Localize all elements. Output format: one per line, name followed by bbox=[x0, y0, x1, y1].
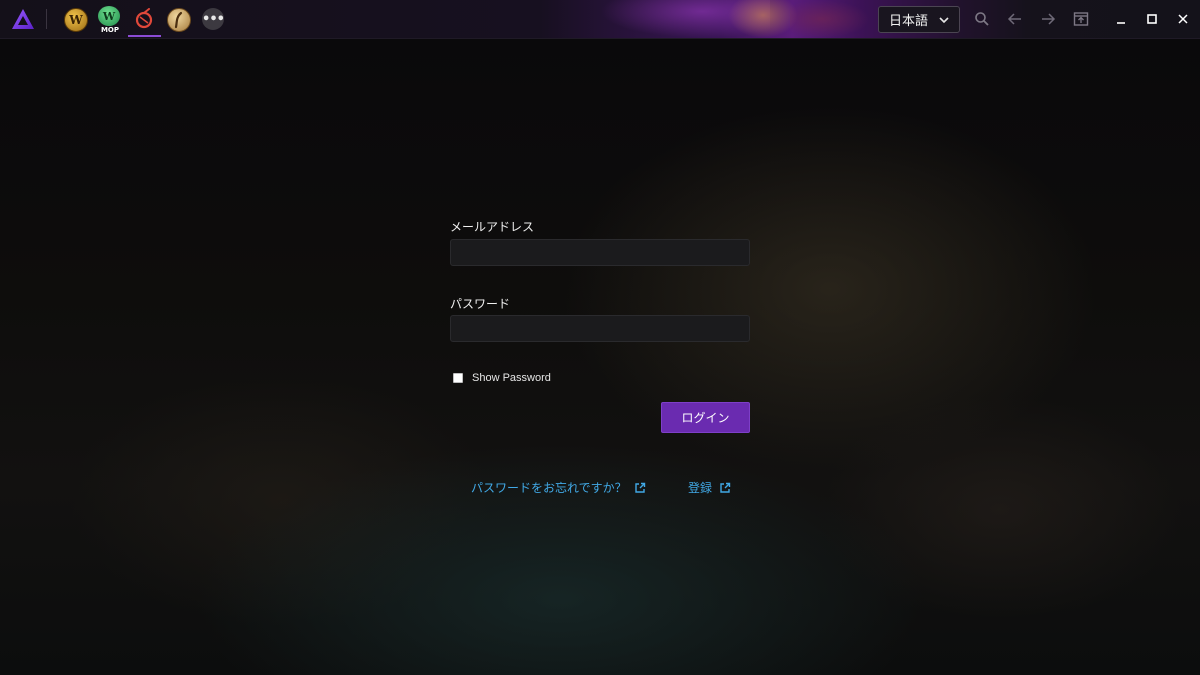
forgot-password-label: パスワードをお忘れですか？ bbox=[471, 481, 627, 495]
banner-art-character bbox=[728, 0, 798, 38]
password-field[interactable] bbox=[450, 315, 750, 342]
show-password-checkbox[interactable] bbox=[453, 373, 463, 383]
wow-mop-icon[interactable]: W bbox=[98, 6, 120, 26]
login-page: メールアドレス パスワード Show Password ログイン パスワードをお… bbox=[0, 39, 1200, 675]
guild-wars-glyph bbox=[174, 11, 183, 29]
more-icon[interactable]: ••• bbox=[202, 8, 225, 30]
language-select[interactable]: 日本語 bbox=[878, 6, 960, 33]
email-field[interactable] bbox=[450, 239, 750, 266]
ffxiv-glyph bbox=[135, 8, 153, 29]
show-password-label[interactable]: Show Password bbox=[472, 372, 551, 384]
show-password-row[interactable]: Show Password bbox=[453, 372, 551, 384]
app-logo-icon[interactable] bbox=[10, 7, 36, 31]
external-link-icon bbox=[720, 482, 731, 493]
maximize-icon[interactable] bbox=[1143, 10, 1161, 28]
wow-icon[interactable]: W bbox=[64, 8, 88, 32]
guild-wars-icon[interactable] bbox=[167, 8, 191, 32]
external-link-icon bbox=[634, 482, 645, 493]
email-label: メールアドレス bbox=[450, 220, 535, 234]
login-button[interactable]: ログイン bbox=[661, 402, 750, 433]
forward-arrow-icon[interactable] bbox=[1039, 10, 1057, 28]
mop-badge: MOP bbox=[100, 26, 120, 34]
register-link[interactable]: 登録 bbox=[688, 479, 731, 496]
forgot-password-link[interactable]: パスワードをお忘れですか？ bbox=[471, 479, 646, 496]
more-glyph: ••• bbox=[202, 11, 225, 27]
back-arrow-icon[interactable] bbox=[1006, 10, 1024, 28]
wow-letter: W bbox=[69, 13, 83, 27]
chevron-down-icon bbox=[939, 17, 949, 24]
ffxiv-icon[interactable] bbox=[133, 8, 155, 30]
register-label: 登録 bbox=[688, 481, 713, 495]
password-label: パスワード bbox=[450, 297, 511, 311]
title-bar: W W MOP ••• 日本語 bbox=[0, 0, 1200, 39]
wow-mop-letter: W bbox=[102, 9, 116, 23]
login-button-label: ログイン bbox=[681, 411, 730, 425]
search-icon[interactable] bbox=[973, 10, 991, 28]
divider bbox=[46, 9, 47, 29]
banner-art-dragon bbox=[790, 0, 870, 38]
active-game-indicator bbox=[128, 35, 161, 37]
minimize-icon[interactable] bbox=[1112, 10, 1130, 28]
language-value: 日本語 bbox=[889, 14, 929, 29]
close-icon[interactable] bbox=[1174, 10, 1192, 28]
open-window-icon[interactable] bbox=[1072, 10, 1090, 28]
